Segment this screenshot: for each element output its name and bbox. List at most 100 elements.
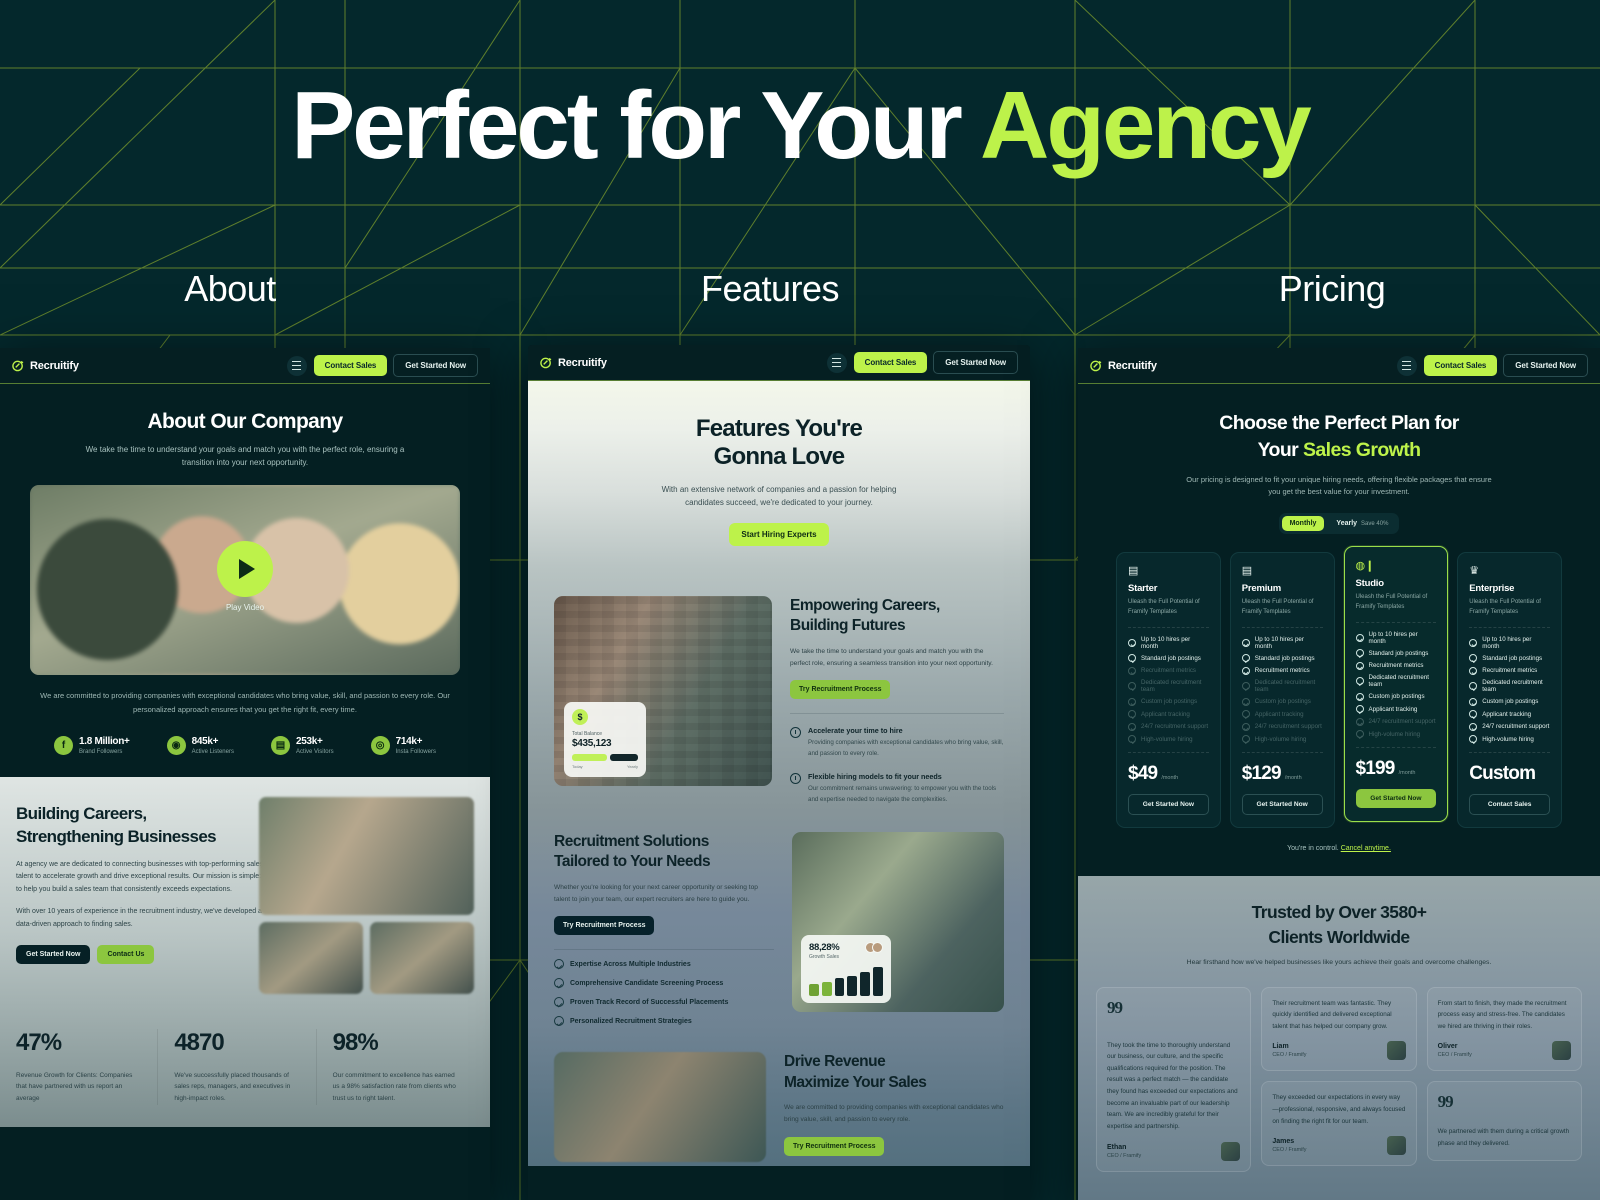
plan-feature-row: 24/7 recruitment support [1469,722,1550,731]
plan-feature-label: Recruitment metrics [1254,667,1310,675]
avatar [1386,1136,1406,1156]
plan-name: Premium [1241,583,1282,595]
revenue-heading-line1: Drive Revenue [784,1053,886,1071]
feature-list-item: Flexible hiring models to fit your needs… [790,772,1004,806]
plan-cta-button[interactable]: Get Started Now [1128,794,1209,816]
check-circle-icon [1355,717,1364,726]
logo[interactable]: Recruitify [1090,359,1157,372]
get-started-button[interactable]: Get Started Now [933,351,1018,374]
testimonial-column: Their recruitment team was fantastic. Th… [1261,986,1417,1172]
try-recruitment-process-button-2[interactable]: Try Recruitment Process [554,916,655,936]
toggle-yearly-label: Yearly [1336,520,1358,528]
cancel-anytime-link[interactable]: Cancel anytime. [1341,845,1391,852]
plan-feature-row: Standard job postings [1469,654,1550,663]
total-balance-card: $ Total Balance $435,123 Today Yearly [564,701,646,777]
plan-cta-button[interactable]: Get Started Now [1241,794,1323,816]
check-circle-icon [1241,697,1250,706]
chart-bar [847,976,858,996]
contact-sales-button[interactable]: Contact Sales [313,355,388,376]
features-image-3 [554,1052,766,1163]
check-list-item: Comprehensive Candidate Screening Proces… [554,978,774,989]
try-recruitment-process-button-3[interactable]: Try Recruitment Process [784,1137,885,1157]
check-circle-icon [1355,633,1364,642]
get-started-button[interactable]: Get Started Now [393,354,478,377]
pricing-card-enterprise[interactable]: ♛ Enterprise Uleash the Full Potential o… [1457,552,1562,829]
play-button-icon[interactable] [217,540,273,597]
pricing-preview-panel[interactable]: Recruitify Contact Sales Get Started Now… [1078,348,1600,1200]
growth-sales-chart-card: 88,28% Growth Sales [801,934,891,1003]
careers-paragraph-1: At agency we are dedicated to connecting… [16,860,264,893]
plan-feature-label: Custom job postings [1482,698,1539,706]
growth-sales-value: 88,28% [809,941,840,953]
features-heading-line1: Features You're [695,415,863,442]
clock-lock-icon [790,773,801,785]
recruitify-logo-icon [12,359,25,372]
stat-label: Active Listeners [191,748,234,755]
get-started-button[interactable]: Get Started Now [1503,354,1588,377]
about-video[interactable]: Play Video [30,485,460,676]
check-circle-icon [1241,666,1250,675]
clock-icon [790,727,801,739]
testimonial-footer: Oliver CEO / Framify [1438,1041,1571,1061]
plan-feature-label: Standard job postings [1368,649,1429,657]
testimonial-text: They exceeded our expectations in every … [1272,1094,1406,1125]
feature-item-desc: Providing companies with exceptional can… [808,739,1004,758]
pricing-card-starter[interactable]: ▤ Starter Uleash the Full Potential of F… [1116,552,1221,829]
toggle-yearly[interactable]: Yearly Save 40% [1328,516,1396,531]
testimonial-footer: Ethan CEO / Framify [1107,1141,1241,1161]
contact-sales-button[interactable]: Contact Sales [1423,355,1498,376]
plan-feature-row: Standard job postings [1128,654,1209,663]
page-title: Perfect for Your Agency [0,78,1600,174]
features-navbar: Recruitify Contact Sales Get Started Now [528,345,1030,381]
logo[interactable]: Recruitify [540,356,607,369]
testimonials-subheading: Hear firsthand how we've helped business… [1186,958,1492,966]
menu-icon[interactable] [1396,355,1417,376]
plan-cta-button[interactable]: Get Started Now [1355,789,1437,809]
logo[interactable]: Recruitify [12,359,79,372]
menu-icon[interactable] [826,352,847,373]
plan-price-period: /month [1284,775,1302,782]
check-list-item: Expertise Across Multiple Industries [554,959,774,970]
plan-feature-row: Applicant tracking [1355,705,1437,714]
testimonial-column: 99 They took the time to thoroughly unde… [1096,986,1252,1172]
plan-feature-label: Applicant tracking [1141,710,1190,718]
check-label: Comprehensive Candidate Screening Proces… [570,979,724,987]
plan-feature-row: 24/7 recruitment support [1241,722,1323,731]
empowering-heading-line2: Building Futures [790,617,906,635]
divider [1355,747,1437,749]
podcast-icon: ◉ [166,735,186,755]
features-preview-panel[interactable]: Recruitify Contact Sales Get Started Now… [528,345,1030,1200]
careers-contact-us-button[interactable]: Contact Us [97,945,155,965]
logo-text: Recruitify [30,359,79,372]
try-recruitment-process-button[interactable]: Try Recruitment Process [790,680,891,700]
about-preview-panel[interactable]: Recruitify Contact Sales Get Started Now… [0,348,490,1200]
pricing-card-premium[interactable]: ▤ Premium Uleash the Full Potential of F… [1229,552,1335,829]
plan-price: $129 /month [1242,763,1323,785]
check-circle-icon [1355,677,1364,686]
testimonial-card: From start to finish, they made the recr… [1426,986,1582,1072]
avatar [872,941,883,953]
instagram-icon: ◎ [370,735,390,755]
plan-feature-label: 24/7 recruitment support [1254,723,1322,731]
features-image-2: 88,28% Growth Sales [792,831,1004,1012]
menu-icon[interactable] [286,355,307,376]
plan-feature-row: Dedicated recruitment team [1355,674,1437,688]
plan-feature-label: Recruitment metrics [1141,667,1197,675]
plan-feature-label: Custom job postings [1254,698,1311,706]
check-list-item: Personalized Recruitment Strategies [554,1016,774,1027]
check-circle-icon [554,978,564,989]
careers-get-started-button[interactable]: Get Started Now [16,945,91,965]
about-number-desc: Revenue Growth for Clients: Companies th… [16,1071,133,1102]
pricing-card-studio[interactable]: ◍❙ Studio Uleash the Full Potential of F… [1343,546,1449,823]
toggle-monthly[interactable]: Monthly [1281,516,1325,532]
check-circle-icon [1128,682,1136,691]
contact-sales-button[interactable]: Contact Sales [853,352,928,373]
chart-bar [860,971,871,996]
about-number-desc: Our commitment to excellence has earned … [332,1071,456,1102]
plan-cta-button[interactable]: Contact Sales [1469,794,1550,816]
billing-period-toggle[interactable]: Monthly Yearly Save 40% [1278,513,1400,535]
about-hero: About Our Company We take the time to un… [0,384,490,676]
careers-heading-line2: Strengthening Businesses [16,826,217,846]
start-hiring-experts-button[interactable]: Start Hiring Experts [729,522,829,546]
about-number-value: 4870 [174,1028,224,1056]
